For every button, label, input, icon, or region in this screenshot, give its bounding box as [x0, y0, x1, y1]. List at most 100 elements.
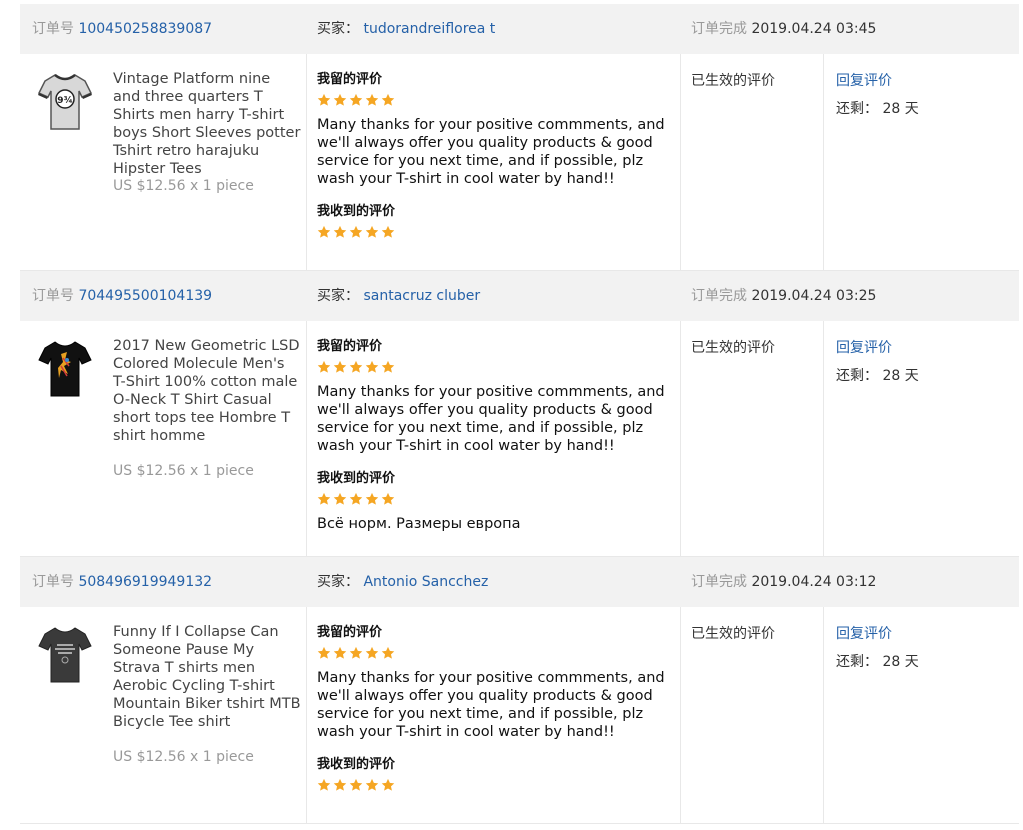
my-review-text: Many thanks for your positive commments,…	[317, 117, 665, 187]
my-rating-stars	[317, 357, 670, 377]
order-number-link[interactable]: 704495500104139	[78, 288, 212, 304]
action-cell: 回复评价 还剩： 28 天	[824, 54, 1019, 270]
received-rating-stars	[317, 775, 670, 795]
time-remaining: 还剩： 28 天	[836, 368, 919, 384]
product-title[interactable]: Vintage Platform nine and three quarters…	[113, 70, 301, 178]
review-cell: 我留的评价 Many thanks for your positive comm…	[307, 54, 681, 270]
order-header: 订单号 704495500104139 买家： santacruz cluber…	[20, 271, 1019, 321]
star-icon	[317, 646, 331, 659]
my-rating-stars	[317, 643, 670, 663]
buyer-link[interactable]: Antonio Sancchez	[363, 574, 488, 590]
order-body: 2017 New Geometric LSD Colored Molecule …	[20, 321, 1019, 556]
star-icon	[333, 778, 347, 791]
product-price: US $12.56 x 1 piece	[113, 463, 254, 479]
product-thumbnail[interactable]: 9¾	[34, 68, 96, 134]
status-cell: 已生效的评价	[681, 607, 824, 823]
star-icon	[349, 492, 363, 505]
star-icon	[349, 646, 363, 659]
received-rating-stars	[317, 489, 670, 509]
star-icon	[333, 646, 347, 659]
my-rating-stars	[317, 90, 670, 110]
reply-review-link[interactable]: 回复评价	[836, 337, 1007, 357]
product-cell: Funny If I Collapse Can Someone Pause My…	[20, 607, 307, 823]
star-icon	[365, 646, 379, 659]
my-review-text: Many thanks for your positive commments,…	[317, 670, 665, 740]
order-card: 订单号 508496919949132 买家： Antonio Sancchez…	[20, 557, 1019, 824]
star-icon	[365, 93, 379, 106]
tshirt-icon	[38, 627, 92, 683]
order-number-label: 订单号	[32, 21, 74, 37]
product-price: US $12.56 x 1 piece	[113, 749, 254, 765]
product-title[interactable]: 2017 New Geometric LSD Colored Molecule …	[113, 337, 301, 445]
star-icon	[317, 360, 331, 373]
product-price: US $12.56 x 1 piece	[113, 178, 254, 194]
order-header: 订单号 100450258839087 买家： tudorandreiflore…	[20, 4, 1019, 54]
reply-review-link[interactable]: 回复评价	[836, 623, 1007, 643]
star-icon	[365, 360, 379, 373]
completed-label: 订单完成	[691, 574, 747, 590]
received-review-label: 我收到的评价	[317, 471, 396, 486]
completed-date: 2019.04.24 03:25	[751, 288, 877, 304]
star-icon	[365, 492, 379, 505]
star-icon	[317, 225, 331, 238]
reply-review-link[interactable]: 回复评价	[836, 70, 1007, 90]
review-status: 已生效的评价	[691, 73, 775, 89]
action-cell: 回复评价 还剩： 28 天	[824, 607, 1019, 823]
action-cell: 回复评价 还剩： 28 天	[824, 321, 1019, 556]
review-status: 已生效的评价	[691, 340, 775, 356]
star-icon	[333, 492, 347, 505]
status-cell: 已生效的评价	[681, 321, 824, 556]
star-icon	[349, 778, 363, 791]
star-icon	[317, 93, 331, 106]
order-number-link[interactable]: 100450258839087	[78, 21, 212, 37]
time-remaining: 还剩： 28 天	[836, 654, 919, 670]
star-icon	[381, 778, 395, 791]
completed-label: 订单完成	[691, 21, 747, 37]
tshirt-icon	[38, 341, 92, 397]
completed-date: 2019.04.24 03:45	[751, 21, 877, 37]
star-icon	[365, 778, 379, 791]
order-header: 订单号 508496919949132 买家： Antonio Sancchez…	[20, 557, 1019, 607]
star-icon	[381, 360, 395, 373]
buyer-label: 买家：	[317, 288, 359, 304]
product-cell: 2017 New Geometric LSD Colored Molecule …	[20, 321, 307, 556]
product-thumbnail[interactable]	[34, 621, 96, 687]
star-icon	[333, 360, 347, 373]
star-icon	[381, 646, 395, 659]
buyer-label: 买家：	[317, 574, 359, 590]
product-cell: 9¾ Vintage Platform nine and three quart…	[20, 54, 307, 270]
review-cell: 我留的评价 Many thanks for your positive comm…	[307, 607, 681, 823]
review-status: 已生效的评价	[691, 626, 775, 642]
completed-label: 订单完成	[691, 288, 747, 304]
svg-text:9¾: 9¾	[57, 96, 73, 106]
star-icon	[317, 492, 331, 505]
tshirt-icon: 9¾	[37, 73, 93, 130]
order-number-link[interactable]: 508496919949132	[78, 574, 212, 590]
completed-date: 2019.04.24 03:12	[751, 574, 877, 590]
buyer-feedback-text: Всё норм. Размеры европа	[317, 516, 521, 532]
order-number-label: 订单号	[32, 288, 74, 304]
star-icon	[333, 225, 347, 238]
order-list: 订单号 100450258839087 买家： tudorandreiflore…	[20, 4, 1019, 824]
star-icon	[317, 778, 331, 791]
order-number-label: 订单号	[32, 574, 74, 590]
received-rating-stars	[317, 222, 670, 242]
star-icon	[365, 225, 379, 238]
star-icon	[381, 492, 395, 505]
my-review-label: 我留的评价	[317, 72, 383, 87]
buyer-label: 买家：	[317, 21, 359, 37]
time-remaining: 还剩： 28 天	[836, 101, 919, 117]
star-icon	[381, 93, 395, 106]
received-review-label: 我收到的评价	[317, 204, 396, 219]
my-review-label: 我留的评价	[317, 339, 383, 354]
buyer-link[interactable]: santacruz cluber	[363, 288, 480, 304]
star-icon	[349, 93, 363, 106]
order-body: Funny If I Collapse Can Someone Pause My…	[20, 607, 1019, 823]
product-thumbnail[interactable]	[34, 335, 96, 401]
order-card: 订单号 704495500104139 买家： santacruz cluber…	[20, 271, 1019, 557]
product-title[interactable]: Funny If I Collapse Can Someone Pause My…	[113, 623, 301, 731]
status-cell: 已生效的评价	[681, 54, 824, 270]
my-review-label: 我留的评价	[317, 625, 383, 640]
star-icon	[381, 225, 395, 238]
buyer-link[interactable]: tudorandreiflorea t	[363, 21, 495, 37]
